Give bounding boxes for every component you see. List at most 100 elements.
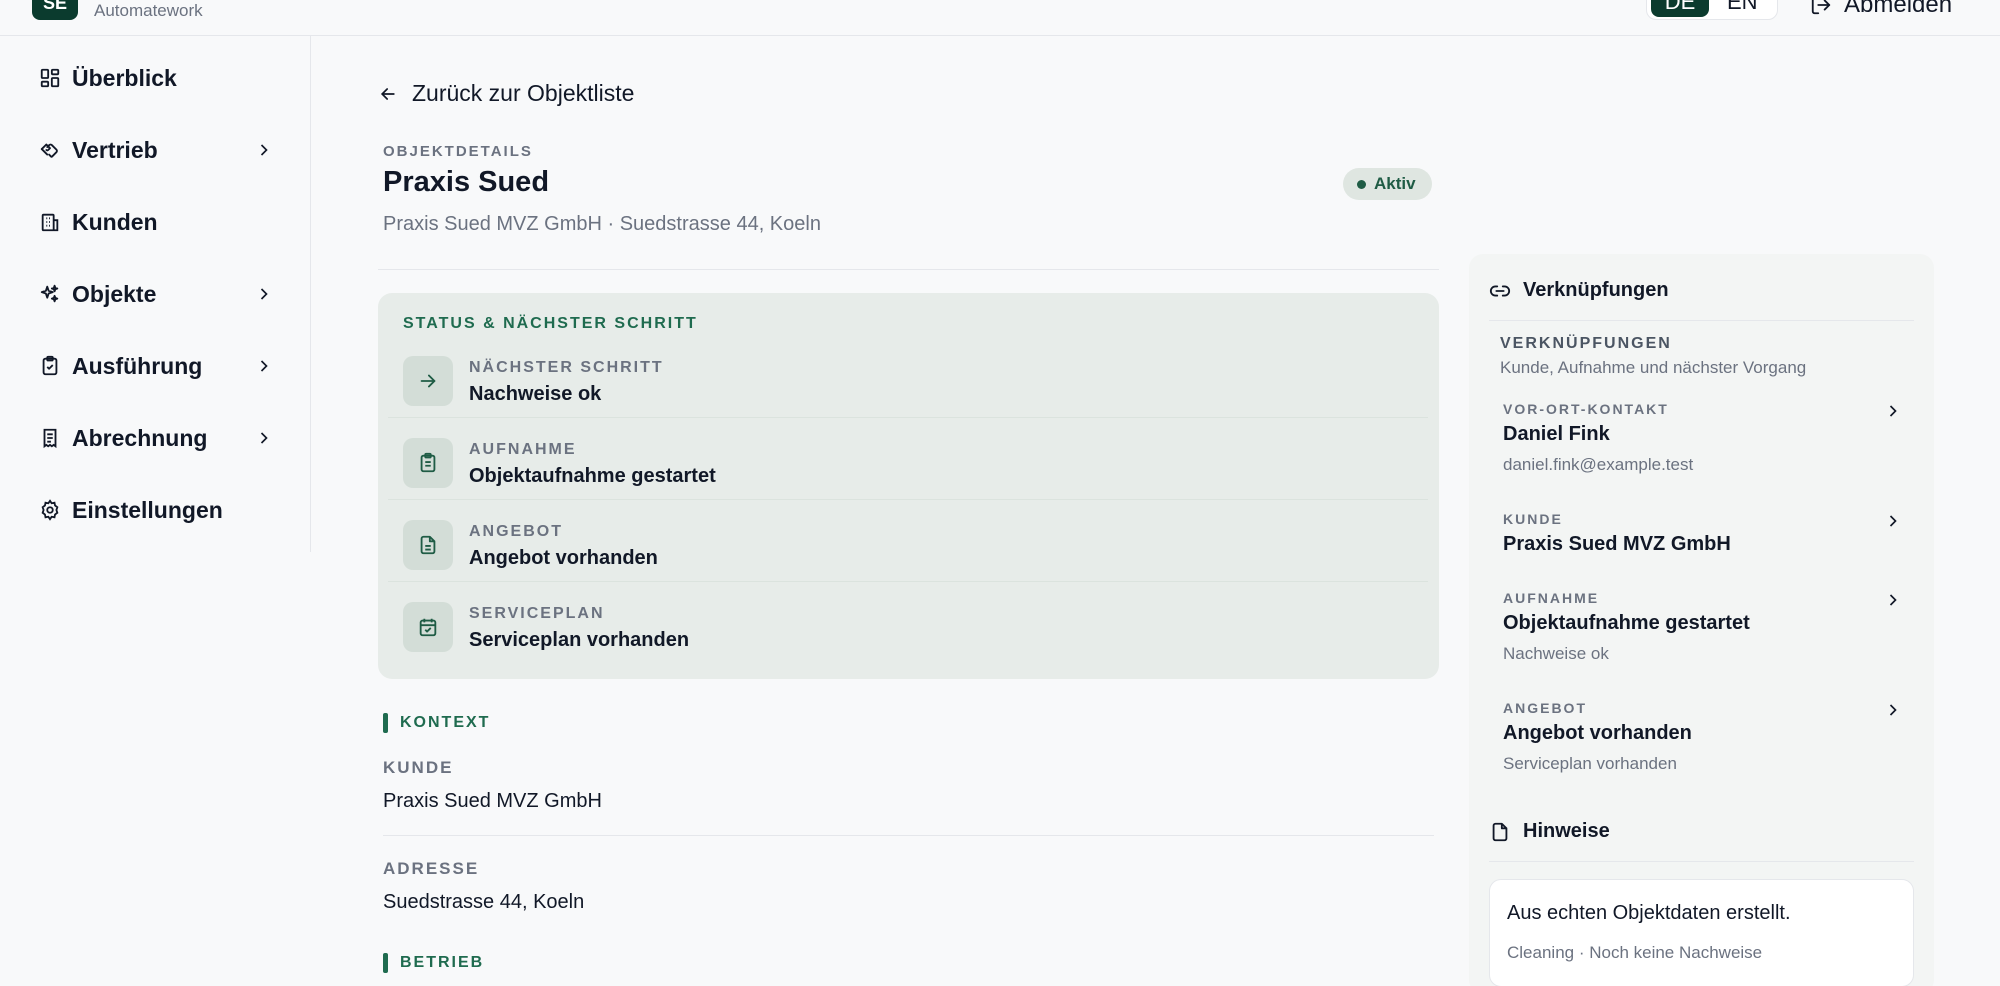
chevron-right-icon	[260, 360, 268, 372]
sidebar-item-kunden[interactable]: Kunden	[38, 202, 274, 242]
sidebar-item-vertrieb[interactable]: Vertrieb	[38, 130, 274, 170]
link-card-label: KUNDE	[1503, 511, 1563, 527]
link-card-value: Objektaufnahme gestartet	[1503, 612, 1750, 634]
sidebar-item-label: Objekte	[72, 280, 157, 307]
lang-en-button[interactable]: EN	[1727, 0, 1758, 13]
link-card-angebot[interactable]: ANGEBOT Angebot vorhanden Serviceplan vo…	[1503, 700, 1903, 780]
sidebar-item-label: Vertrieb	[72, 136, 158, 163]
clipboard-check-icon	[38, 354, 62, 378]
clipboard-list-icon	[403, 438, 453, 488]
chevron-right-icon	[260, 432, 268, 444]
back-link-label: Zurück zur Objektliste	[412, 80, 635, 106]
note-text: Aus echten Objektdaten erstellt.	[1507, 902, 1791, 924]
section-heading-kontext: KONTEXT	[383, 713, 490, 733]
field-label: ADRESSE	[383, 859, 480, 878]
chevron-right-icon	[260, 144, 268, 156]
sidebar-item-einstellungen[interactable]: Einstellungen	[38, 490, 274, 530]
handshake-icon	[38, 138, 62, 162]
step-value: Serviceplan vorhanden	[469, 629, 690, 651]
top-bar: SE Automatework DE EN Abmelden	[0, 0, 2000, 36]
page-eyebrow: OBJEKTDETAILS	[383, 143, 533, 160]
sidebar-item-label: Abrechnung	[72, 424, 208, 451]
sidebar: Überblick Vertrieb Kunden Objekte Ausfüh…	[0, 36, 311, 552]
document-icon	[403, 520, 453, 570]
divider	[383, 835, 1434, 836]
lang-de-button[interactable]: DE	[1651, 0, 1709, 17]
building-icon	[38, 210, 62, 234]
links-heading-label: Verknüpfungen	[1523, 279, 1669, 301]
step-row-aufnahme: AUFNAHME Objektaufnahme gestartet	[388, 418, 1428, 500]
sparkles-icon	[38, 282, 62, 306]
link-card-aufnahme[interactable]: AUFNAHME Objektaufnahme gestartet Nachwe…	[1503, 590, 1903, 670]
brand-subtitle: Automatework	[94, 1, 203, 20]
page-title: Praxis Sued	[383, 166, 550, 198]
links-description: Kunde, Aufnahme und nächster Vorgang	[1500, 358, 1807, 377]
status-panel-heading: STATUS & NÄCHSTER SCHRITT	[403, 315, 698, 332]
dashboard-icon	[38, 66, 62, 90]
status-badge: Aktiv	[1343, 168, 1432, 200]
status-panel: STATUS & NÄCHSTER SCHRITT NÄCHSTER SCHRI…	[378, 293, 1439, 679]
receipt-icon	[38, 426, 62, 450]
logo-text: SE	[42, 0, 67, 13]
link-card-value: Angebot vorhanden	[1503, 722, 1692, 744]
logout-icon	[1811, 0, 1831, 15]
sidebar-item-label: Ausführung	[72, 352, 203, 379]
logo[interactable]: SE	[32, 0, 78, 20]
sidebar-item-label: Einstellungen	[72, 496, 223, 523]
step-row-next: NÄCHSTER SCHRITT Nachweise ok	[388, 336, 1428, 418]
page-subtitle: Praxis Sued MVZ GmbH · Suedstrasse 44, K…	[383, 213, 821, 235]
notes-heading: Hinweise	[1489, 820, 1610, 843]
step-label: AUFNAHME	[469, 441, 577, 458]
links-panel: Verknüpfungen VERKNÜPFUNGEN Kunde, Aufna…	[1469, 254, 1934, 986]
section-heading-label: BETRIEB	[400, 954, 485, 971]
logout-button[interactable]: Abmelden	[1810, 0, 1952, 20]
back-to-list-link[interactable]: Zurück zur Objektliste	[378, 80, 634, 107]
section-heading-label: KONTEXT	[400, 714, 491, 731]
chevron-right-icon	[1889, 405, 1897, 417]
step-value: Nachweise ok	[469, 383, 602, 405]
section-marker	[383, 953, 388, 973]
link-icon	[1489, 285, 1511, 296]
sidebar-item-label: Überblick	[72, 64, 177, 91]
divider	[378, 269, 1439, 270]
step-label: NÄCHSTER SCHRITT	[469, 359, 664, 376]
chevron-right-icon	[1889, 515, 1897, 527]
step-value: Objektaufnahme gestartet	[469, 465, 716, 487]
sidebar-item-ueberblick[interactable]: Überblick	[38, 58, 274, 98]
sidebar-item-label: Kunden	[72, 208, 158, 235]
status-dot	[1357, 179, 1366, 189]
status-label: Aktiv	[1374, 174, 1416, 193]
link-card-value: Daniel Fink	[1503, 423, 1610, 445]
link-card-sub: Serviceplan vorhanden	[1503, 754, 1677, 773]
step-label: ANGEBOT	[469, 523, 563, 540]
file-icon	[1492, 822, 1508, 841]
link-card-label: ANGEBOT	[1503, 700, 1587, 716]
step-row-serviceplan: SERVICEPLAN Serviceplan vorhanden	[388, 582, 1428, 664]
note-card: Aus echten Objektdaten erstellt. Cleanin…	[1489, 879, 1914, 986]
field-value: Suedstrasse 44, Koeln	[383, 891, 585, 913]
chevron-right-icon	[1889, 594, 1897, 606]
step-row-angebot: ANGEBOT Angebot vorhanden	[388, 500, 1428, 582]
section-heading-betrieb: BETRIEB	[383, 953, 484, 973]
chevron-right-icon	[1889, 704, 1897, 716]
divider	[1489, 861, 1914, 862]
step-value: Angebot vorhanden	[469, 547, 658, 569]
field-label: KUNDE	[383, 758, 454, 777]
link-card-sub: Nachweise ok	[1503, 644, 1609, 663]
sidebar-item-abrechnung[interactable]: Abrechnung	[38, 418, 274, 458]
link-card-customer[interactable]: KUNDE Praxis Sued MVZ GmbH	[1503, 511, 1903, 561]
logout-label: Abmelden	[1844, 0, 1953, 18]
sidebar-item-ausfuehrung[interactable]: Ausführung	[38, 346, 274, 386]
link-card-label: VOR-ORT-KONTAKT	[1503, 401, 1669, 417]
language-toggle: DE EN	[1646, 0, 1778, 20]
note-subtext: Cleaning · Noch keine Nachweise	[1507, 943, 1763, 962]
divider	[1489, 320, 1914, 321]
sidebar-item-objekte[interactable]: Objekte	[38, 274, 274, 314]
link-card-contact[interactable]: VOR-ORT-KONTAKT Daniel Fink daniel.fink@…	[1503, 401, 1903, 481]
chevron-right-icon	[260, 288, 268, 300]
section-marker	[383, 713, 388, 733]
link-card-value: Praxis Sued MVZ GmbH	[1503, 533, 1731, 555]
gear-icon	[38, 498, 62, 522]
field-value: Praxis Sued MVZ GmbH	[383, 790, 602, 812]
calendar-check-icon	[403, 602, 453, 652]
